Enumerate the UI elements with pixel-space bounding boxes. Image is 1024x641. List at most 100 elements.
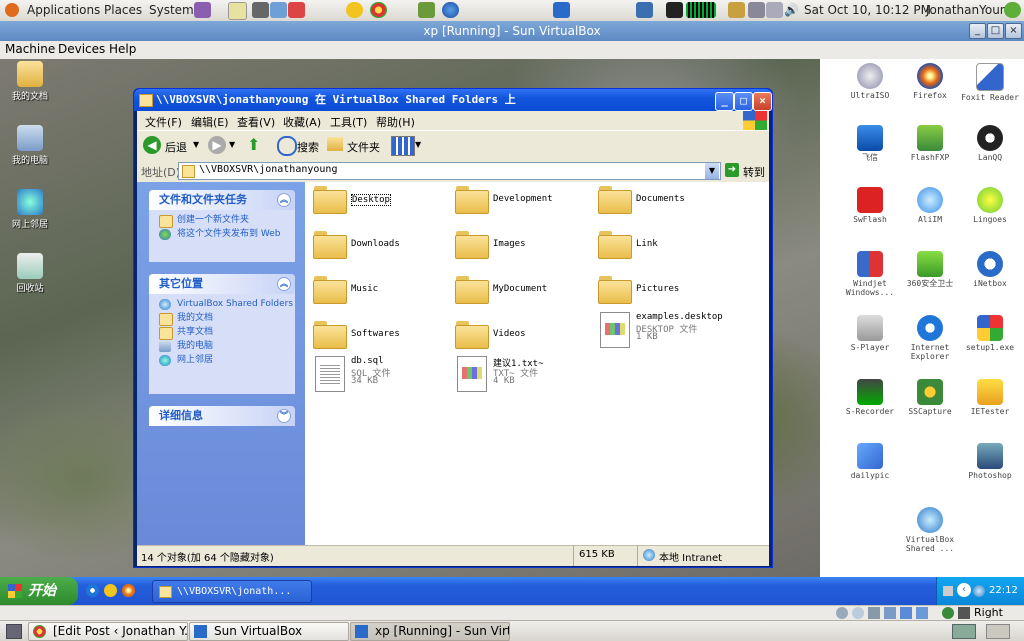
search-icon[interactable] [277, 136, 297, 156]
virtualbox-icon[interactable] [553, 2, 570, 18]
taskbar-explorer-task[interactable]: \\VBOXSVR\jonath... [152, 580, 312, 603]
address-dropdown-icon[interactable]: ▼ [705, 163, 719, 179]
globe-icon[interactable] [442, 2, 459, 18]
desktop-icon-swflash[interactable]: SwFlash [840, 187, 900, 224]
details-panel-header[interactable]: 详细信息 ︾ [149, 406, 295, 426]
workspace-1-icon[interactable] [952, 624, 976, 639]
place-my-computer[interactable]: 我的电脑 [149, 341, 295, 352]
menu-devices[interactable]: Devices [58, 42, 105, 56]
shared-folders-icon[interactable] [916, 607, 928, 619]
close-app-icon[interactable] [288, 2, 305, 18]
settings-icon[interactable] [252, 2, 269, 18]
up-folder-icon[interactable]: ⬆ [247, 135, 265, 155]
workspace-icon[interactable] [636, 2, 653, 18]
folder-item[interactable]: Pictures [598, 272, 738, 308]
expand-icon[interactable]: ︾ [277, 409, 291, 423]
notification-icon[interactable] [728, 2, 745, 18]
back-arrow-icon[interactable]: ◀ [143, 136, 161, 154]
show-desktop-icon[interactable] [6, 624, 22, 639]
place-my-documents[interactable]: 我的文档 [149, 313, 295, 326]
menu-view[interactable]: 查看(V) [237, 114, 275, 130]
desktop-icon-firefox[interactable]: Firefox [900, 63, 960, 100]
go-arrow-icon[interactable]: ➜ [725, 163, 739, 177]
file-item[interactable]: examples.desktop DESKTOP 文件 1 KB [598, 312, 738, 352]
workspace-2-icon[interactable] [986, 624, 1010, 639]
places-panel-header[interactable]: 其它位置 ︽ [149, 274, 295, 294]
desktop-icon-vbox-shared[interactable]: VirtualBox Shared ... [900, 507, 960, 553]
folders-icon[interactable] [327, 137, 343, 151]
desktop-icon-srecorder[interactable]: S-Recorder [840, 379, 900, 416]
folder-item[interactable]: Music [313, 272, 453, 308]
screenshot-icon[interactable] [270, 2, 287, 18]
keyboard-icon[interactable] [943, 586, 953, 596]
menu-edit[interactable]: 编辑(E) [191, 114, 229, 130]
desktop-icon-recycle-bin[interactable]: 回收站 [0, 253, 60, 294]
menu-applications[interactable]: Applications [27, 3, 100, 17]
menu-file[interactable]: 文件(F) [145, 114, 182, 130]
floppy-icon[interactable] [868, 607, 880, 619]
mouse-integration-icon[interactable] [942, 607, 954, 619]
menu-machine[interactable]: Machine [5, 42, 55, 56]
task-new-folder[interactable]: 创建一个新文件夹 [149, 215, 295, 228]
folder-item[interactable]: Softwares [313, 317, 453, 353]
place-vbox-shared[interactable]: VirtualBox Shared Folders [149, 299, 295, 310]
system-monitor-icon[interactable] [686, 2, 716, 18]
desktop-icon-fetion[interactable]: 飞信 [840, 125, 900, 162]
desktop-icon-foxit[interactable]: Foxit Reader [960, 63, 1020, 102]
menu-favorites[interactable]: 收藏(A) [283, 114, 321, 130]
desktop-icon-360[interactable]: 360安全卫士 [900, 251, 960, 288]
menu-help[interactable]: Help [109, 42, 136, 56]
desktop-icon-photoshop[interactable]: Photoshop [960, 443, 1020, 480]
desktop-icon-my-computer[interactable]: 我的电脑 [0, 125, 60, 166]
tray-expand-icon[interactable]: ‹ [957, 583, 971, 597]
network-adapter-icon[interactable] [884, 607, 896, 619]
desktop-icon-sscapture[interactable]: SSCapture [900, 379, 960, 416]
menu-help[interactable]: 帮助(H) [376, 114, 415, 130]
qq-quicklaunch-icon[interactable] [104, 584, 117, 597]
firefox-quicklaunch-icon[interactable] [122, 584, 135, 597]
collapse-icon[interactable]: ︽ [277, 193, 291, 207]
desktop-icon-splayer[interactable]: S-Player [840, 315, 900, 352]
collapse-icon[interactable]: ︽ [277, 277, 291, 291]
maximize-button[interactable]: □ [734, 92, 753, 111]
desktop-icon-windjet[interactable]: Windjet Windows... [840, 251, 900, 297]
desktop-icon-dailypic[interactable]: dailypic [840, 443, 900, 480]
cd-icon[interactable] [852, 607, 864, 619]
desktop-icon-lanqq[interactable]: LanQQ [960, 125, 1020, 162]
forward-arrow-icon[interactable]: ▶ [208, 136, 226, 154]
folder-item[interactable]: MyDocument [455, 272, 595, 308]
close-button[interactable]: × [753, 92, 772, 111]
views-dropdown-icon[interactable]: ▼ [415, 140, 421, 149]
forward-dropdown-icon[interactable]: ▼ [229, 140, 235, 149]
folders-button[interactable]: 文件夹 [347, 139, 380, 155]
folder-item[interactable]: Link [598, 227, 738, 263]
folder-item[interactable]: Desktop [313, 182, 453, 218]
desktop-icon-ietester[interactable]: IETester [960, 379, 1020, 416]
folder-item[interactable]: Development [455, 182, 595, 218]
task-publish-web[interactable]: 将这个文件夹发布到 Web [149, 229, 295, 240]
desktop-icon-setup[interactable]: setup1.exe [960, 315, 1020, 352]
desktop-icon-flashfxp[interactable]: FlashFXP [900, 125, 960, 162]
task-xp-running[interactable]: xp [Running] - Sun Virt... [350, 622, 510, 641]
desktop-icon-inetbox[interactable]: iNetbox [960, 251, 1020, 288]
search-button[interactable]: 搜索 [297, 139, 319, 155]
desktop-icon-lingoes[interactable]: Lingoes [960, 187, 1020, 224]
file-item[interactable]: db.sql SQL 文件 34 KB [313, 356, 453, 396]
ie-quicklaunch-icon[interactable] [86, 584, 99, 597]
logout-icon[interactable] [1004, 2, 1021, 18]
network-tray-icon[interactable] [973, 585, 985, 597]
book-icon[interactable] [418, 2, 435, 18]
text-editor-icon[interactable] [228, 2, 247, 20]
desktop-icon-ie[interactable]: Internet Explorer [900, 315, 960, 361]
network-icon[interactable] [748, 2, 765, 18]
folder-item[interactable]: Videos [455, 317, 595, 353]
desktop-icon-network[interactable]: 网上邻居 [0, 189, 60, 230]
host-key-icon[interactable] [958, 607, 970, 619]
desktop-icon-my-documents[interactable]: 我的文档 [0, 61, 60, 102]
menu-places[interactable]: Places [104, 3, 142, 17]
task-sun-virtualbox[interactable]: Sun VirtualBox [189, 622, 349, 641]
qq-icon[interactable] [346, 2, 363, 18]
chrome-icon[interactable] [370, 2, 387, 18]
place-network[interactable]: 网上邻居 [149, 355, 295, 366]
back-dropdown-icon[interactable]: ▼ [193, 140, 199, 149]
